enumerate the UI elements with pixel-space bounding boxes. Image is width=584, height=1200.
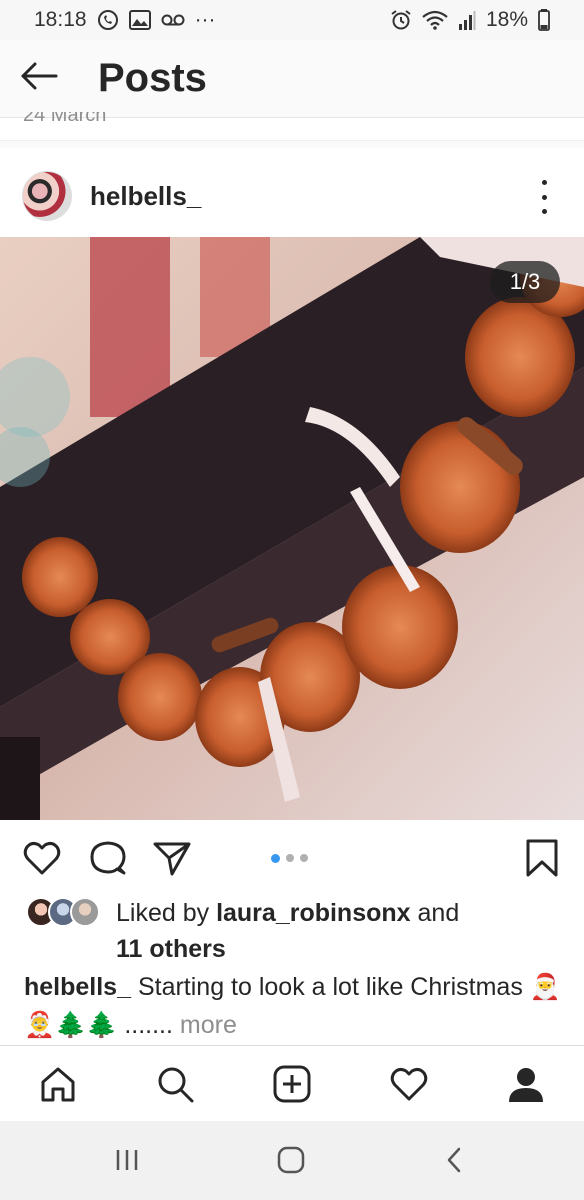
heart-icon	[23, 841, 61, 875]
status-bar-left: 18:18 ···	[34, 8, 216, 32]
whatsapp-icon	[97, 9, 119, 31]
home-system-button[interactable]	[271, 1143, 311, 1177]
signal-icon	[458, 10, 476, 30]
profile-icon	[509, 1068, 543, 1102]
clock: 18:18	[34, 8, 87, 31]
page-title: Posts	[98, 56, 207, 100]
image-counter-badge: 1/3	[490, 261, 560, 303]
status-bar-right: 18%	[390, 8, 550, 32]
more-notifications-indicator: ···	[194, 8, 216, 31]
nav-activity-button[interactable]	[389, 1064, 429, 1104]
save-button[interactable]	[522, 838, 562, 878]
likes-text[interactable]: Liked by laura_robinsonx and 11 others	[116, 895, 566, 967]
avatar[interactable]	[22, 171, 72, 221]
carousel-indicator	[271, 854, 308, 863]
battery-percent: 18%	[485, 8, 528, 31]
garland-photo-image	[0, 237, 584, 820]
carousel-dot	[286, 854, 294, 862]
home-button-icon	[277, 1146, 305, 1174]
post-username[interactable]: helbells_	[90, 181, 201, 212]
previous-post-date: 24 March	[0, 112, 584, 130]
post-caption: helbells_ Starting to look a lot like Ch…	[24, 968, 564, 1044]
search-icon	[158, 1067, 194, 1103]
system-navigation-bar	[0, 1121, 584, 1200]
nav-add-button[interactable]	[272, 1064, 312, 1104]
likes-row: Liked by laura_robinsonx and 11 others	[26, 895, 566, 967]
bottom-nav	[0, 1045, 584, 1121]
back-system-button[interactable]	[434, 1143, 474, 1177]
carousel-dot-active	[271, 854, 280, 863]
likes-others[interactable]: 11 others	[116, 935, 226, 963]
caption-username[interactable]: helbells_	[24, 973, 131, 1001]
recents-icon	[116, 1150, 138, 1170]
comment-button[interactable]	[88, 838, 128, 878]
more-dot	[541, 209, 547, 214]
send-icon	[153, 842, 191, 876]
share-button[interactable]	[152, 838, 192, 878]
back-button[interactable]	[0, 40, 78, 118]
caption-more-link[interactable]: more	[173, 1011, 237, 1039]
nav-search-button[interactable]	[155, 1064, 195, 1104]
date-label: 24 March	[23, 112, 107, 126]
liker-avatars[interactable]	[26, 897, 106, 929]
home-icon	[41, 1067, 75, 1102]
alarm-icon	[390, 9, 412, 31]
app-header: Posts	[0, 40, 584, 118]
comment-icon	[90, 841, 126, 875]
status-bar: 18:18 ··· 18%	[0, 0, 584, 40]
post-photo[interactable]: 1/3	[0, 237, 584, 820]
liked-by-user[interactable]: laura_robinsonx	[216, 899, 411, 927]
back-icon	[447, 1147, 461, 1173]
carousel-dot	[300, 854, 308, 862]
post-actions	[0, 830, 584, 886]
recents-button[interactable]	[107, 1143, 147, 1177]
like-button[interactable]	[22, 838, 62, 878]
likes-connector: and	[410, 899, 460, 927]
arrow-left-icon	[19, 61, 59, 96]
post-header: helbells_	[0, 160, 584, 232]
wifi-icon	[422, 10, 448, 30]
likes-prefix: Liked by	[116, 899, 217, 927]
add-icon	[273, 1065, 311, 1103]
bookmark-icon	[526, 839, 558, 877]
more-options-button[interactable]	[534, 180, 554, 214]
liker-avatar	[70, 897, 100, 927]
gallery-icon	[128, 10, 151, 30]
more-dot	[541, 194, 547, 200]
battery-icon	[538, 9, 550, 31]
voicemail-icon	[161, 13, 185, 27]
nav-home-button[interactable]	[38, 1064, 78, 1104]
nav-profile-button[interactable]	[506, 1064, 546, 1104]
divider	[0, 140, 584, 148]
more-dot	[541, 180, 547, 185]
activity-heart-icon	[390, 1067, 428, 1101]
